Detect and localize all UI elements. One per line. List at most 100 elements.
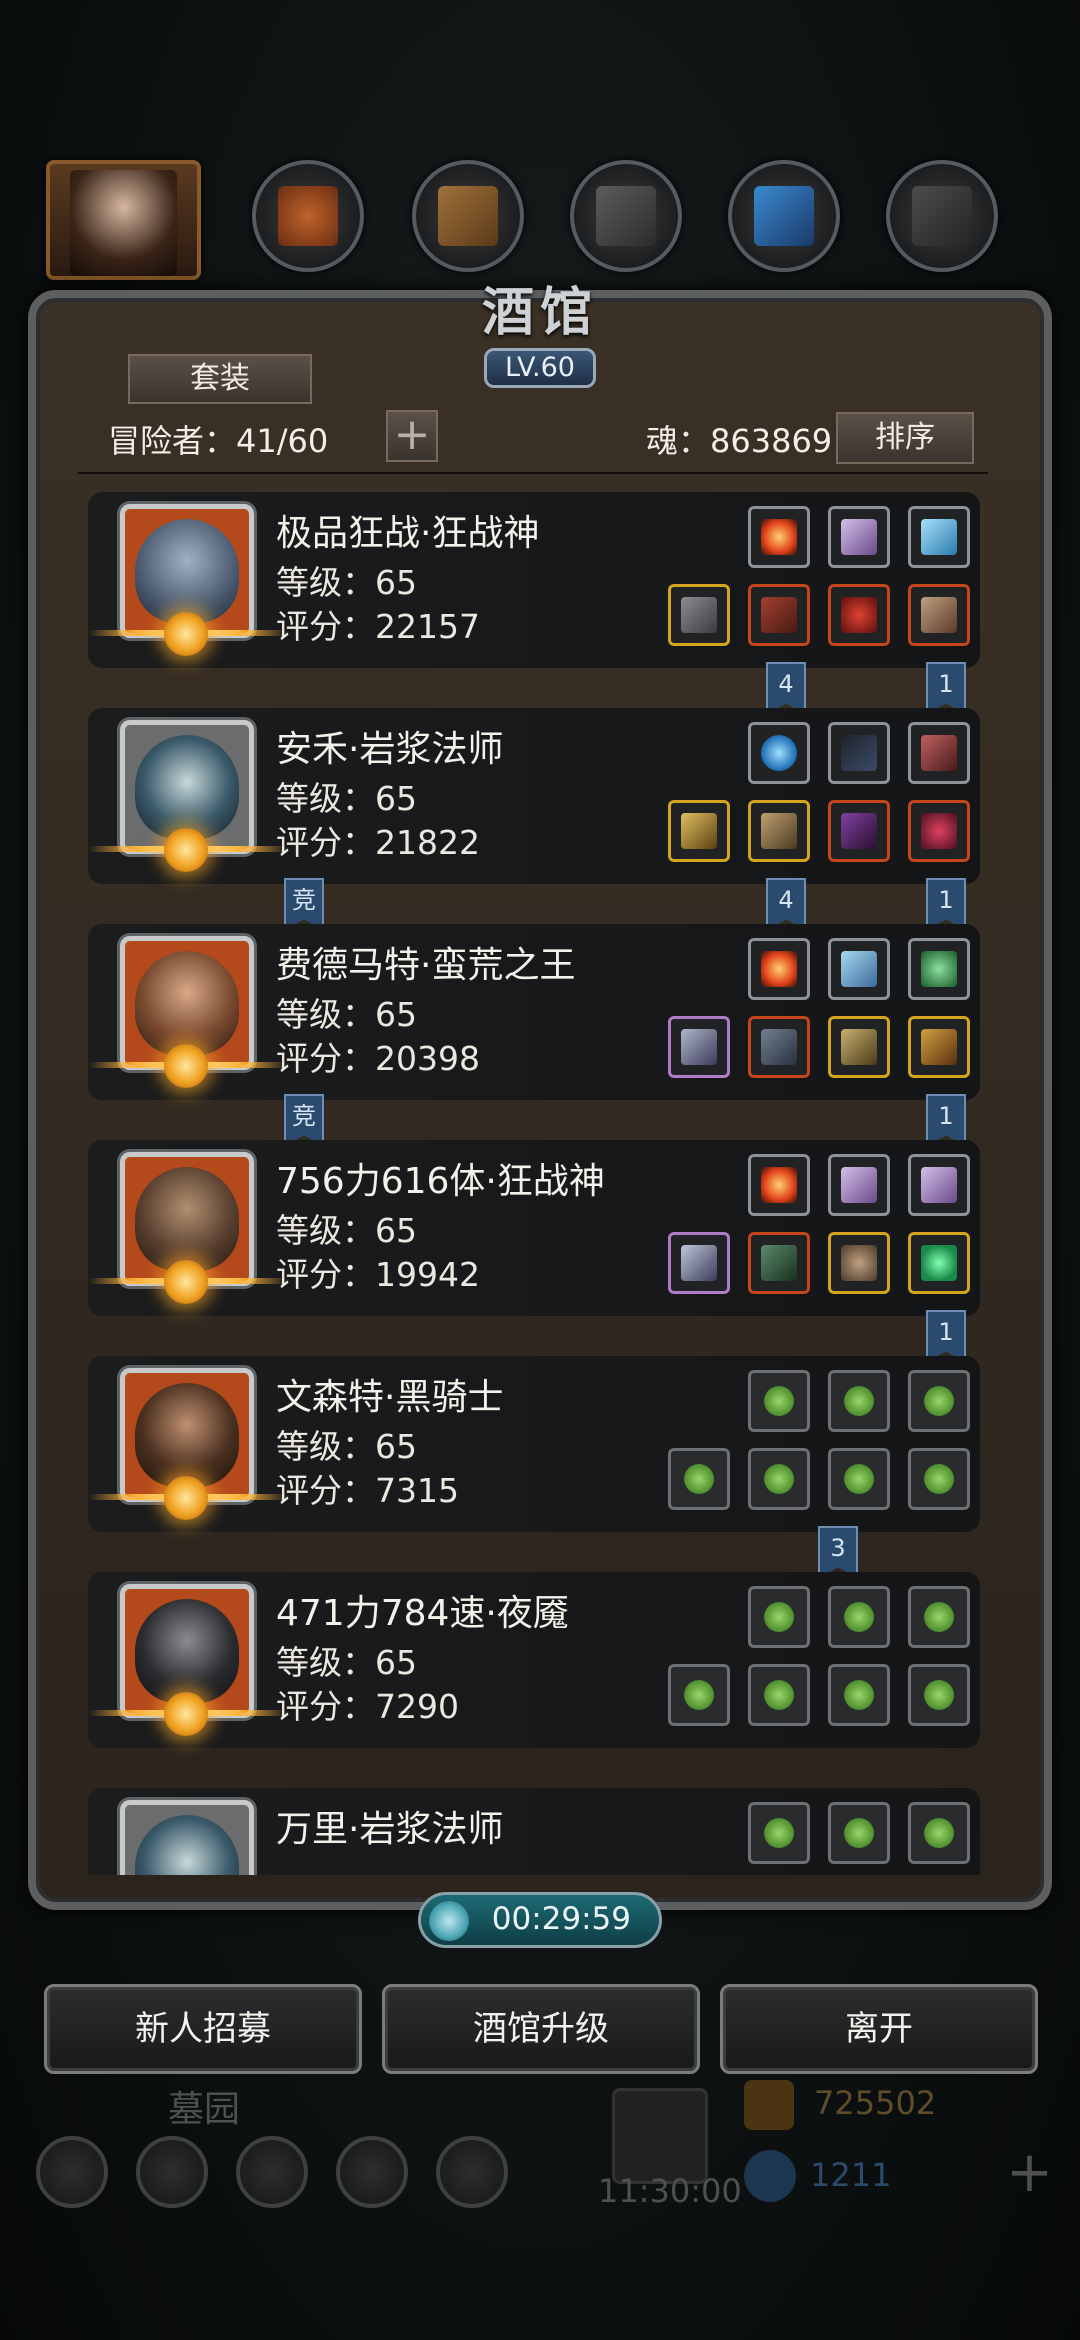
armor-slot[interactable] — [748, 1232, 810, 1294]
equip-count-ribbon: 1 — [926, 878, 966, 930]
empty-slot[interactable] — [748, 1448, 810, 1510]
add-equip-icon — [844, 1602, 874, 1632]
shield-slot[interactable] — [908, 1016, 970, 1078]
fire-rune-slot[interactable] — [748, 506, 810, 568]
empty-slot[interactable] — [748, 1370, 810, 1432]
crystal-icon — [754, 186, 814, 246]
hero-level: 等级：65 — [276, 563, 417, 602]
empty-slot[interactable] — [828, 1664, 890, 1726]
empty-slot[interactable] — [668, 1448, 730, 1510]
amulet-slot[interactable] — [908, 584, 970, 646]
hero-portrait — [120, 1800, 254, 1875]
ring-icon — [841, 597, 877, 633]
hero-score: 评分：21822 — [276, 823, 480, 862]
amethyst-slot[interactable] — [828, 506, 890, 568]
amethyst-icon — [921, 1167, 957, 1203]
amethyst-slot[interactable] — [908, 1154, 970, 1216]
robe-slot[interactable] — [748, 800, 810, 862]
charm-slot[interactable] — [828, 800, 890, 862]
crystal-slot[interactable] — [828, 938, 890, 1000]
hero-score: 评分：7315 — [276, 1471, 459, 1510]
empty-slot[interactable] — [908, 1586, 970, 1648]
weapon-slot[interactable] — [668, 1016, 730, 1078]
emerald-icon — [921, 951, 957, 987]
clock-icon — [429, 1901, 469, 1941]
weapon-slot[interactable] — [668, 584, 730, 646]
tab-stairs[interactable] — [886, 160, 998, 272]
gauntlet-slot[interactable] — [828, 1016, 890, 1078]
arena-ribbon: 竞 — [284, 1094, 324, 1146]
hero-level: 等级：65 — [276, 1211, 417, 1250]
armor-slot[interactable] — [748, 1016, 810, 1078]
tentacle-slot[interactable] — [908, 722, 970, 784]
tab-hero-portrait[interactable] — [46, 160, 201, 280]
add-equip-icon — [924, 1464, 954, 1494]
halberd-icon — [681, 1245, 717, 1281]
hero-face-icon — [135, 1167, 239, 1271]
add-equip-icon — [764, 1818, 794, 1848]
fire-rune-slot[interactable] — [748, 1154, 810, 1216]
amethyst-slot[interactable] — [828, 1154, 890, 1216]
empty-slot[interactable] — [828, 1370, 890, 1432]
empty-slot[interactable] — [908, 1802, 970, 1864]
gem-slot[interactable] — [908, 1232, 970, 1294]
empty-slot[interactable] — [748, 1664, 810, 1726]
add-currency-icon: + — [1006, 2140, 1053, 2205]
empty-slot[interactable] — [828, 1448, 890, 1510]
hero-card[interactable]: 极品狂战·狂战神 等级：65 评分：22157 — [88, 492, 980, 668]
hero-card[interactable]: 费德马特·蛮荒之王 等级：65 评分：20398 — [88, 924, 980, 1100]
game-screen: 墓园 11:30:00 725502 1211 + 酒馆 LV.60 套装 冒险… — [0, 0, 1080, 2340]
expand-slots-button[interactable]: + — [386, 410, 438, 462]
emerald-slot[interactable] — [908, 938, 970, 1000]
empty-slot[interactable] — [908, 1448, 970, 1510]
tab-anvil[interactable] — [570, 160, 682, 272]
refresh-timer: 00:29:59 — [418, 1892, 662, 1948]
hero-level: 等级：65 — [276, 1643, 417, 1682]
equip-count-ribbon: 4 — [766, 878, 806, 930]
upgrade-tavern-button[interactable]: 酒馆升级 — [382, 1984, 700, 2074]
green-gem-icon — [921, 1245, 957, 1281]
ring-slot[interactable] — [828, 584, 890, 646]
necklace-slot[interactable] — [908, 800, 970, 862]
add-equip-icon — [924, 1680, 954, 1710]
necklace-icon — [921, 813, 957, 849]
battle-axe-icon — [681, 1029, 717, 1065]
hero-card[interactable]: 安禾·岩浆法师 等级：65 评分：21822 — [88, 708, 980, 884]
ice-crystal-slot[interactable] — [908, 506, 970, 568]
recruit-button[interactable]: 新人招募 — [44, 1984, 362, 2074]
empty-slot[interactable] — [908, 1370, 970, 1432]
leave-button[interactable]: 离开 — [720, 1984, 1038, 2074]
hero-card[interactable]: 万里·岩浆法师 — [88, 1788, 980, 1875]
armor-slot[interactable] — [748, 584, 810, 646]
empty-slot[interactable] — [828, 1802, 890, 1864]
staff-slot[interactable] — [668, 800, 730, 862]
rank-star-icon — [164, 1044, 208, 1088]
hero-list[interactable]: 极品狂战·狂战神 等级：65 评分：22157 4 1 安禾·岩浆法师 等级：6… — [84, 490, 984, 1875]
hero-card[interactable]: 756力616体·狂战神 等级：65 评分：19942 — [88, 1140, 980, 1316]
empty-slot[interactable] — [908, 1664, 970, 1726]
sort-button[interactable]: 排序 — [836, 412, 974, 464]
tab-armor[interactable] — [252, 160, 364, 272]
gold-amount: 725502 — [814, 2084, 937, 2122]
weapon-slot[interactable] — [668, 1232, 730, 1294]
hero-card[interactable]: 471力784速·夜魇 等级：65 评分：7290 — [88, 1572, 980, 1748]
empty-slot[interactable] — [668, 1664, 730, 1726]
whip-slot[interactable] — [828, 722, 890, 784]
ring-slot[interactable] — [828, 1232, 890, 1294]
tab-scroll[interactable] — [412, 160, 524, 272]
menu-icon-5 — [436, 2136, 508, 2208]
equip-count-ribbon: 1 — [926, 662, 966, 714]
add-equip-icon — [684, 1680, 714, 1710]
shield-icon — [921, 1029, 957, 1065]
set-button[interactable]: 套装 — [128, 354, 312, 404]
tab-crystal[interactable] — [728, 160, 840, 272]
empty-slot[interactable] — [748, 1802, 810, 1864]
hero-face-icon — [135, 1815, 239, 1875]
orb-slot[interactable] — [748, 722, 810, 784]
empty-slot[interactable] — [748, 1586, 810, 1648]
green-armor-icon — [761, 1245, 797, 1281]
hero-card[interactable]: 文森特·黑骑士 等级：65 评分：7315 — [88, 1356, 980, 1532]
fire-rune-slot[interactable] — [748, 938, 810, 1000]
add-equip-icon — [764, 1464, 794, 1494]
empty-slot[interactable] — [828, 1586, 890, 1648]
